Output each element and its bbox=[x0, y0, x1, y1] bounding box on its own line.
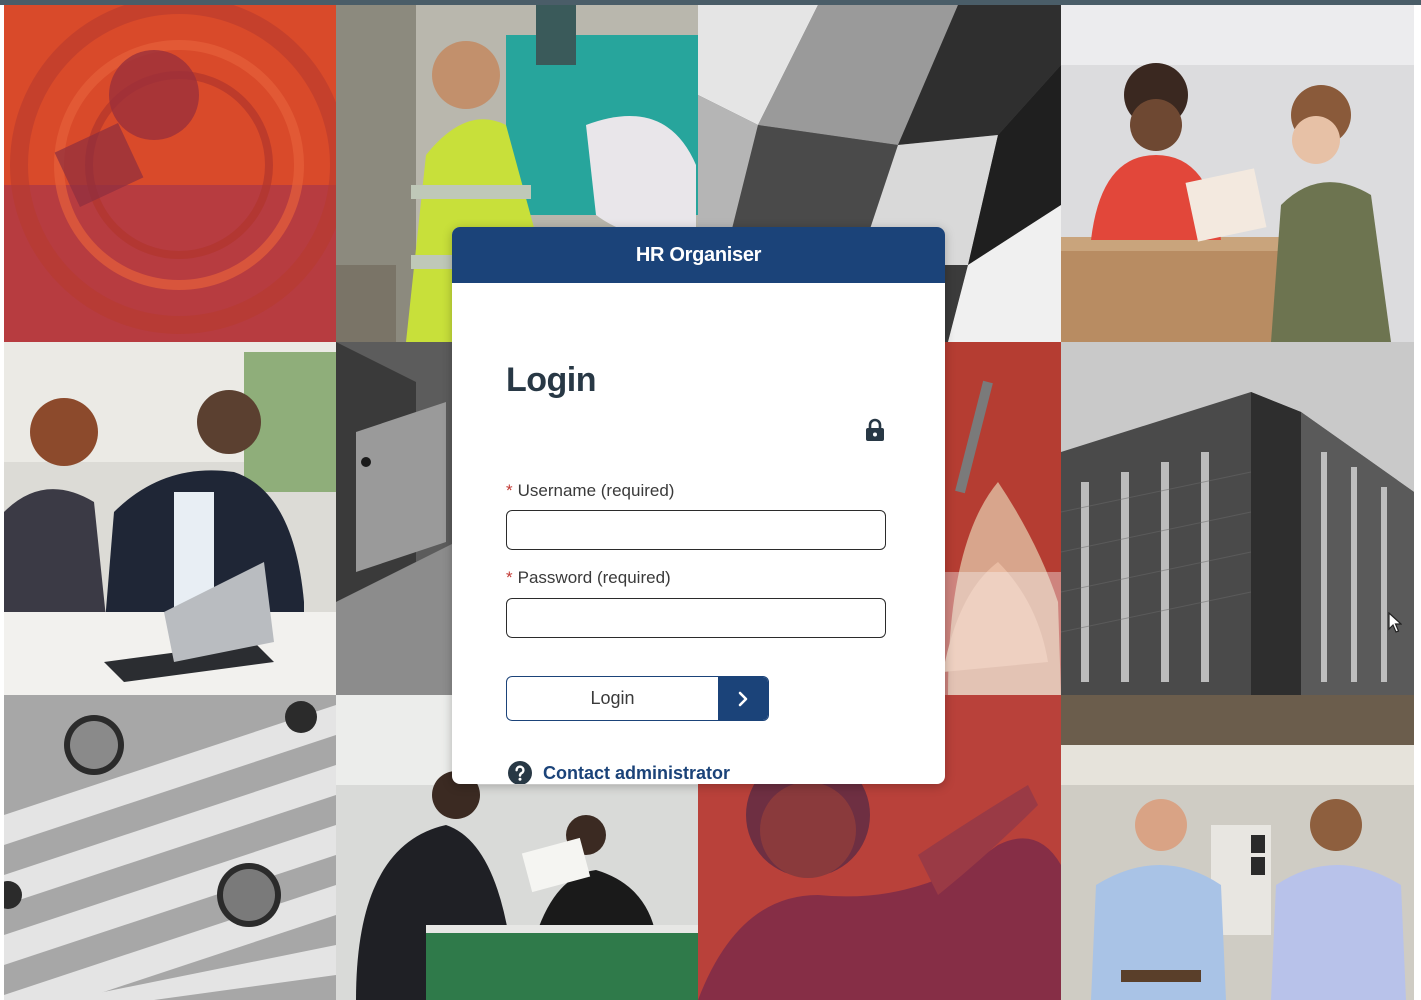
username-label: * Username (required) bbox=[506, 481, 674, 501]
chevron-right-icon bbox=[718, 677, 768, 720]
username-input[interactable] bbox=[506, 510, 886, 550]
contact-administrator-link[interactable]: Contact administrator bbox=[508, 761, 730, 784]
photo-tile-striped-wall bbox=[4, 695, 336, 1000]
photo-tile-red-turntable bbox=[4, 5, 336, 342]
app-title: HR Organiser bbox=[635, 243, 762, 266]
photo-tile-two-men-office bbox=[1061, 695, 1414, 1000]
login-heading: Login bbox=[506, 361, 597, 399]
login-card: HR Organiser Login * Username (required) … bbox=[452, 227, 945, 784]
password-input[interactable] bbox=[506, 598, 886, 638]
photo-tile-reception-desk bbox=[1061, 5, 1414, 342]
lock-icon bbox=[866, 418, 884, 441]
contact-administrator-label: Contact administrator bbox=[543, 762, 731, 783]
login-button-label: Login bbox=[590, 688, 635, 708]
password-label-text: Password (required) bbox=[517, 568, 671, 587]
photo-tile-laptop-meeting bbox=[4, 342, 336, 695]
required-marker: * bbox=[506, 481, 513, 500]
question-circle-icon bbox=[508, 761, 532, 784]
required-marker: * bbox=[506, 568, 513, 587]
mouse-cursor-icon bbox=[1388, 612, 1402, 633]
app-header: HR Organiser bbox=[452, 227, 945, 283]
password-label: * Password (required) bbox=[506, 568, 671, 588]
photo-tile-brick-building bbox=[1061, 342, 1414, 695]
username-label-text: Username (required) bbox=[517, 481, 675, 500]
login-button[interactable]: Login bbox=[506, 676, 769, 721]
